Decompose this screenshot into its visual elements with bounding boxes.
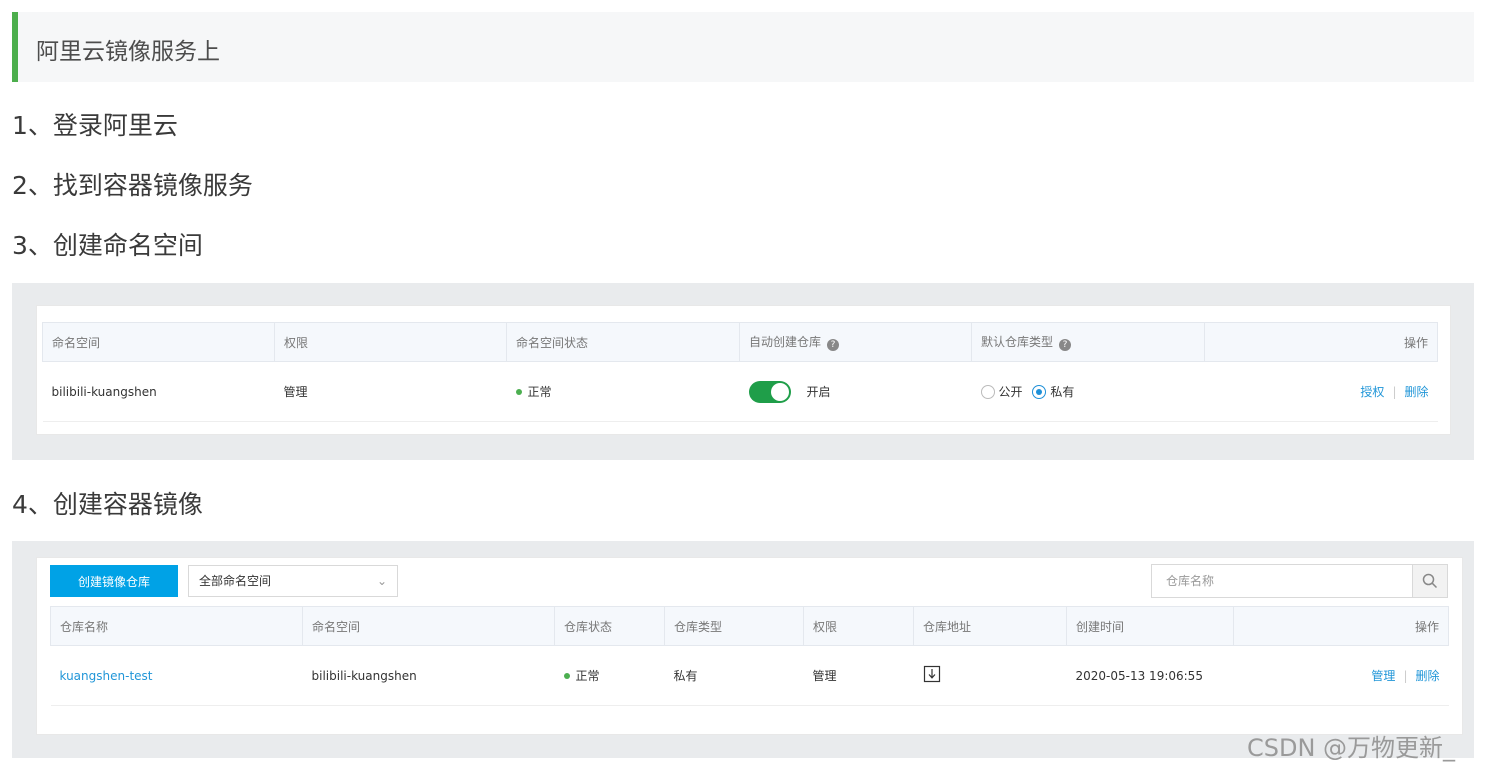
col-namespace: 命名空间 [42,322,275,362]
col-auto-create: 自动创建仓库? [739,322,972,362]
step-3: 3、创建命名空间 [12,231,203,260]
namespace-table-header: 命名空间 权限 命名空间状态 自动创建仓库? 默认仓库类型? 操作 [42,322,1438,362]
repo-namespace: bilibili-kuangshen [302,645,555,706]
repo-type-cell: 公开 私有 [971,361,1205,422]
col-namespace: 命名空间 [302,606,555,646]
status-dot-icon [563,673,570,679]
create-repo-button[interactable]: 创建镜像仓库 [50,565,178,597]
repo-created: 2020-05-13 19:06:55 [1066,645,1234,706]
col-permission: 权限 [274,322,507,362]
repo-search-input[interactable] [1152,565,1412,597]
col-repo-address: 仓库地址 [913,606,1067,646]
namespace-table: 命名空间 权限 命名空间状态 自动创建仓库? 默认仓库类型? 操作 bilibi… [42,322,1438,422]
search-button[interactable] [1412,565,1447,597]
heading-text: 阿里云镜像服务上 [36,39,220,65]
namespace-status: 正常 [506,361,740,422]
repo-table-header: 仓库名称 命名空间 仓库状态 仓库类型 权限 仓库地址 创建时间 操作 [50,606,1449,646]
repo-name-link[interactable]: kuangshen-test [60,669,153,683]
col-created-time: 创建时间 [1066,606,1234,646]
radio-public[interactable] [980,384,995,399]
namespace-select[interactable]: 全部命名空间 ⌄ [188,565,398,597]
repo-actions: 管理 | 删除 [1233,645,1449,706]
col-repo-type: 仓库类型 [664,606,804,646]
repo-search [1151,564,1448,598]
search-icon [1422,573,1438,589]
col-namespace-status: 命名空间状态 [506,322,740,362]
step-4: 4、创建容器镜像 [12,490,203,519]
col-actions: 操作 [1233,606,1449,646]
toggle-knob [770,382,789,401]
authorize-link[interactable]: 授权 [1360,385,1384,399]
namespace-actions: 授权 | 删除 [1204,361,1438,422]
col-actions: 操作 [1204,322,1438,362]
repo-table: 仓库名称 命名空间 仓库状态 仓库类型 权限 仓库地址 创建时间 操作 kuan… [50,606,1449,706]
section-heading: 阿里云镜像服务上 [12,12,1474,82]
watermark: CSDN @万物更新_ [1247,734,1456,762]
manage-link[interactable]: 管理 [1371,669,1395,683]
help-icon[interactable]: ? [1059,339,1072,351]
delete-link[interactable]: 删除 [1415,669,1439,683]
namespace-name: bilibili-kuangshen [42,361,275,422]
auto-create-cell: 开启 [739,361,972,422]
radio-private[interactable] [1032,384,1047,399]
repo-type: 私有 [664,645,804,706]
col-repo-status: 仓库状态 [554,606,665,646]
help-icon[interactable]: ? [827,339,840,351]
col-permission: 权限 [803,606,914,646]
step-1: 1、登录阿里云 [12,111,178,140]
table-row: kuangshen-test bilibili-kuangshen 正常 私有 … [50,645,1449,706]
namespace-permission: 管理 [274,361,507,422]
repo-address-cell [913,645,1067,706]
chevron-down-icon: ⌄ [376,574,387,588]
auto-create-toggle[interactable] [748,380,791,403]
step-2: 2、找到容器镜像服务 [12,171,253,200]
repo-permission: 管理 [803,645,914,706]
download-icon[interactable] [923,665,941,683]
auto-create-label: 开启 [806,385,831,399]
status-dot-icon [515,389,522,395]
col-default-repo-type: 默认仓库类型? [971,322,1205,362]
table-row: bilibili-kuangshen 管理 正常 开启 公开 私有 授权 | 删除 [42,361,1438,422]
col-repo-name: 仓库名称 [50,606,303,646]
repo-name: kuangshen-test [50,645,303,706]
repo-status: 正常 [554,645,665,706]
delete-link[interactable]: 删除 [1404,385,1428,399]
